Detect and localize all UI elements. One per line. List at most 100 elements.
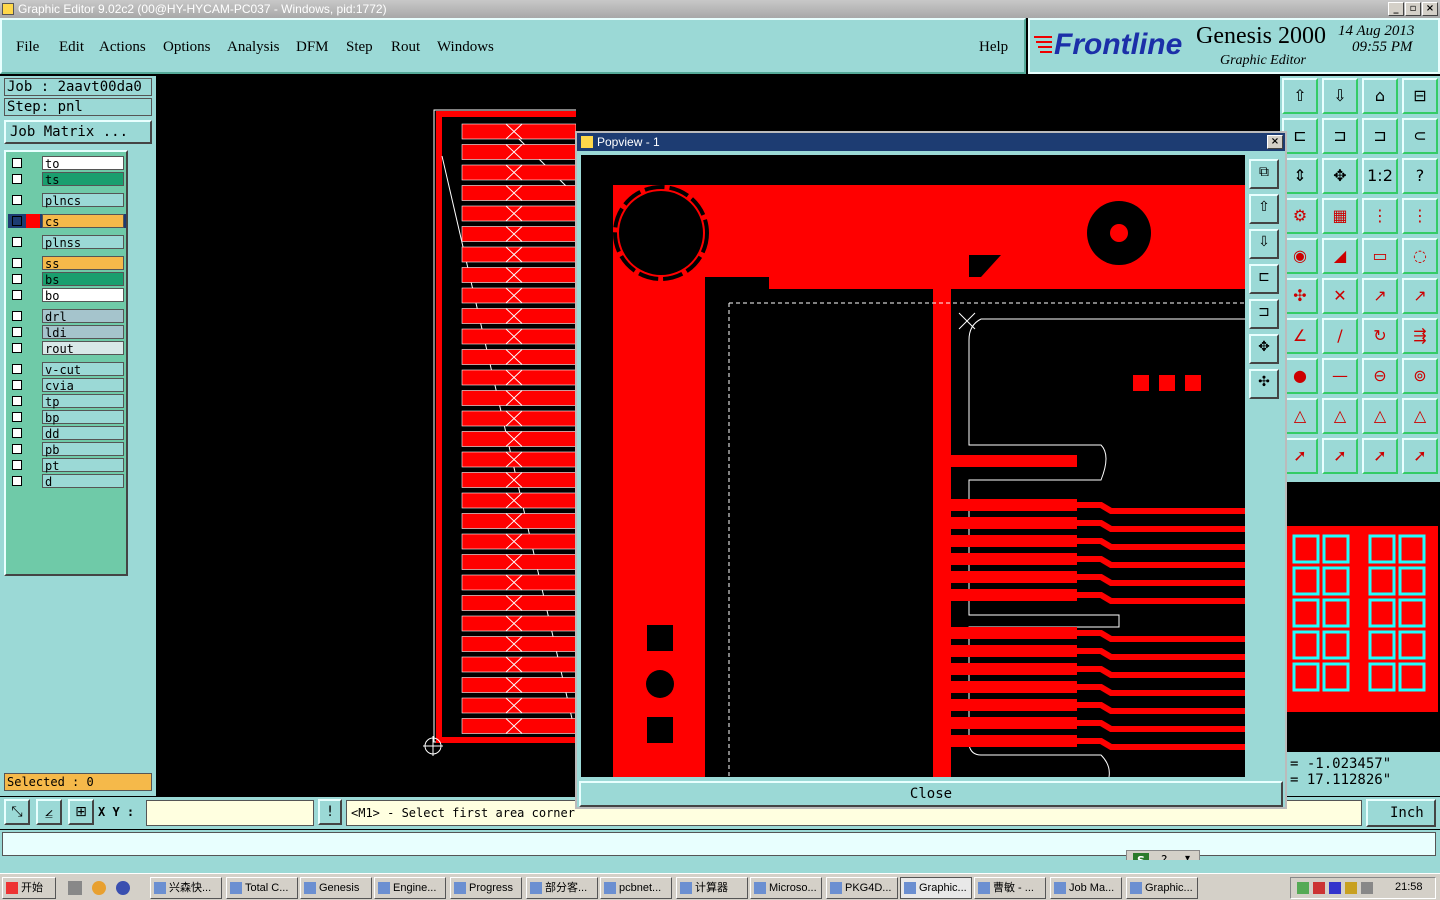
layer-checkbox[interactable]: [12, 460, 22, 470]
tool-button-icon[interactable]: ⊖: [1362, 358, 1398, 394]
popview-tool-icon[interactable]: ⇩: [1249, 229, 1279, 259]
layer-name[interactable]: ts: [42, 172, 124, 187]
layer-checkbox[interactable]: [12, 412, 22, 422]
command-input[interactable]: [2, 832, 1436, 856]
layer-name[interactable]: cs: [42, 214, 124, 229]
graphic-canvas[interactable]: [156, 76, 576, 796]
layer-checkbox[interactable]: [12, 476, 22, 486]
layer-checkbox[interactable]: [12, 174, 22, 184]
popview-tool-icon[interactable]: ⇧: [1249, 194, 1279, 224]
tool-button-icon[interactable]: ⋮: [1362, 198, 1398, 234]
layer-name[interactable]: bs: [42, 272, 124, 287]
layer-row-v-cut[interactable]: v-cut: [8, 362, 126, 377]
layer-row-dd[interactable]: dd: [8, 426, 126, 441]
tool-button-icon[interactable]: ⇶: [1402, 318, 1438, 354]
layer-name[interactable]: cvia: [42, 378, 124, 393]
layer-name[interactable]: v-cut: [42, 362, 124, 377]
xy-input[interactable]: [146, 800, 314, 826]
layer-name[interactable]: rout: [42, 341, 124, 356]
minimize-button[interactable]: _: [1388, 2, 1404, 16]
tool-button-icon[interactable]: △: [1322, 398, 1358, 434]
tool-button-icon[interactable]: ⊏: [1282, 118, 1318, 154]
measure-icon[interactable]: ⦤: [36, 799, 62, 825]
job-matrix-button[interactable]: Job Matrix ...: [4, 120, 152, 144]
taskbar-item[interactable]: Graphic...: [900, 877, 972, 899]
menu-help[interactable]: Help: [979, 39, 1008, 56]
layer-checkbox[interactable]: [12, 274, 22, 284]
layer-name[interactable]: bp: [42, 410, 124, 425]
layer-row-bs[interactable]: bs: [8, 272, 126, 287]
tool-button-icon[interactable]: ▭: [1362, 238, 1398, 274]
popview-tool-icon[interactable]: ⊐: [1249, 299, 1279, 329]
layer-row-ldi[interactable]: ldi: [8, 325, 126, 340]
tool-button-icon[interactable]: ✕: [1322, 278, 1358, 314]
popview-tool-icon[interactable]: ⊏: [1249, 264, 1279, 294]
layer-checkbox[interactable]: [12, 396, 22, 406]
taskbar-item[interactable]: Engine...: [374, 877, 446, 899]
layer-name[interactable]: plnss: [42, 235, 124, 250]
layer-name[interactable]: pb: [42, 442, 124, 457]
layer-name[interactable]: d: [42, 474, 124, 489]
layer-row-pb[interactable]: pb: [8, 442, 126, 457]
layer-checkbox[interactable]: [12, 237, 22, 247]
zoom-area-icon[interactable]: ⤡: [4, 799, 30, 825]
tool-button-icon[interactable]: ∠: [1282, 318, 1318, 354]
layer-checkbox[interactable]: [12, 258, 22, 268]
layer-checkbox[interactable]: [12, 216, 22, 226]
layer-checkbox[interactable]: [12, 380, 22, 390]
layer-checkbox[interactable]: [12, 343, 22, 353]
tool-button-icon[interactable]: 1:2: [1362, 158, 1398, 194]
layer-row-ss[interactable]: ss: [8, 256, 126, 271]
menu-options[interactable]: Options: [163, 39, 211, 56]
warning-icon[interactable]: !: [318, 799, 342, 825]
tray-volume-icon[interactable]: [1345, 882, 1357, 894]
layer-row-d[interactable]: d: [8, 474, 126, 489]
taskbar-item[interactable]: pcbnet...: [600, 877, 672, 899]
tool-button-icon[interactable]: ⇩: [1322, 78, 1358, 114]
layer-checkbox[interactable]: [12, 158, 22, 168]
tool-button-icon[interactable]: ➚: [1282, 438, 1318, 474]
tool-button-icon[interactable]: ⊐: [1362, 118, 1398, 154]
close-button[interactable]: ×: [1422, 2, 1438, 16]
popview-canvas[interactable]: [581, 155, 1245, 777]
layer-row-pt[interactable]: pt: [8, 458, 126, 473]
tool-button-icon[interactable]: ⋮: [1402, 198, 1438, 234]
tool-button-icon[interactable]: △: [1362, 398, 1398, 434]
tool-button-icon[interactable]: ◉: [1282, 238, 1318, 274]
tool-button-icon[interactable]: ⊟: [1402, 78, 1438, 114]
layer-row-drl[interactable]: drl: [8, 309, 126, 324]
layer-name[interactable]: ss: [42, 256, 124, 271]
layer-row-bo[interactable]: bo: [8, 288, 126, 303]
start-button[interactable]: 开始: [2, 877, 56, 899]
layer-name[interactable]: ldi: [42, 325, 124, 340]
layer-name[interactable]: tp: [42, 394, 124, 409]
tool-button-icon[interactable]: △: [1282, 398, 1318, 434]
units-selector[interactable]: Inch: [1366, 799, 1436, 827]
layer-row-ts[interactable]: ts: [8, 172, 126, 187]
menu-file[interactable]: File: [16, 39, 39, 56]
menu-actions[interactable]: Actions: [99, 39, 146, 56]
taskbar-item[interactable]: Total C...: [226, 877, 298, 899]
menu-windows[interactable]: Windows: [437, 39, 494, 56]
taskbar-item[interactable]: Graphic...: [1126, 877, 1198, 899]
layer-checkbox[interactable]: [12, 428, 22, 438]
layer-row-plnss[interactable]: plnss: [8, 235, 126, 250]
layer-name[interactable]: plncs: [42, 193, 124, 208]
popview-tool-icon[interactable]: ⧉: [1249, 159, 1279, 189]
tool-button-icon[interactable]: ➚: [1362, 438, 1398, 474]
tool-button-icon[interactable]: ⌂: [1362, 78, 1398, 114]
layer-checkbox[interactable]: [12, 290, 22, 300]
taskbar-item[interactable]: PKG4D...: [826, 877, 898, 899]
tool-button-icon[interactable]: ↗: [1362, 278, 1398, 314]
layer-row-rout[interactable]: rout: [8, 341, 126, 356]
tool-button-icon[interactable]: ▦: [1322, 198, 1358, 234]
taskbar-item[interactable]: Job Ma...: [1050, 877, 1122, 899]
tool-button-icon[interactable]: ↻: [1362, 318, 1398, 354]
layer-checkbox[interactable]: [12, 311, 22, 321]
layer-name[interactable]: pt: [42, 458, 124, 473]
tray-app-icon[interactable]: [1329, 882, 1341, 894]
tool-button-icon[interactable]: ✣: [1282, 278, 1318, 314]
menu-analysis[interactable]: Analysis: [227, 39, 280, 56]
menu-step[interactable]: Step: [346, 39, 373, 56]
layer-row-cvia[interactable]: cvia: [8, 378, 126, 393]
